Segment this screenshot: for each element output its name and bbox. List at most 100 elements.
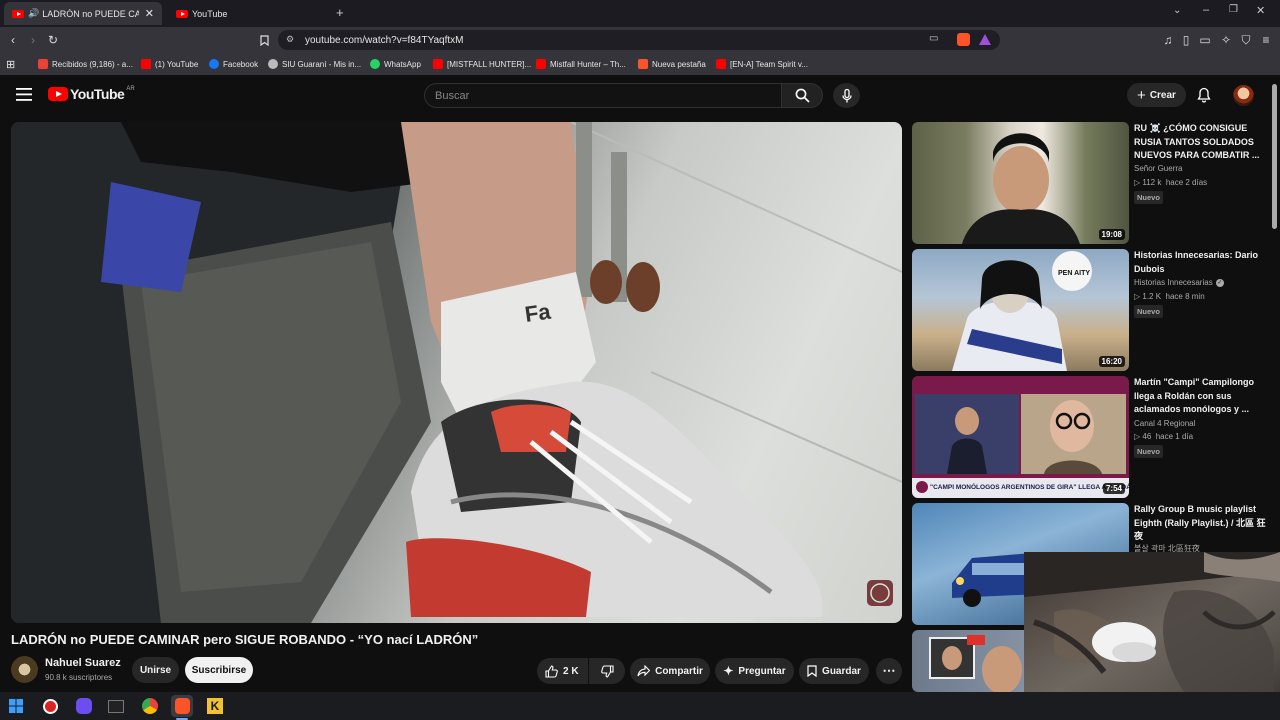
discord-icon[interactable] xyxy=(73,695,95,717)
ask-button[interactable]: ✦ Preguntar xyxy=(715,658,794,684)
recommended-thumbnail[interactable]: "CAMPI MONÓLOGOS ARGENTINOS DE GIRA" LLE… xyxy=(912,376,1129,498)
page-scrollbar[interactable] xyxy=(1272,84,1277,229)
share-button[interactable]: Compartir xyxy=(630,658,710,684)
brave-rewards-icon[interactable] xyxy=(979,34,991,45)
subscribe-button[interactable]: Suscribirse xyxy=(185,657,253,683)
tab-current-video[interactable]: 🔊 LADRÓN no PUEDE CAMINA ✕ xyxy=(4,2,162,25)
bookmark-youtube[interactable]: (1) YouTube xyxy=(141,57,198,71)
recommended-channel-row[interactable]: Historias Innecesarias ✓ xyxy=(1134,278,1224,287)
back-icon[interactable]: ‹ xyxy=(5,32,21,48)
new-tab-button[interactable]: + xyxy=(336,5,344,20)
youtube-icon xyxy=(716,59,726,69)
recommended-stats: ▷ 1.2 K hace 8 min xyxy=(1134,292,1205,301)
youtube-favicon-icon xyxy=(12,9,24,18)
join-button[interactable]: Unirse xyxy=(132,657,179,683)
terminal-icon[interactable] xyxy=(105,695,127,717)
recommended-thumbnail[interactable]: PEN AITY 16:20 xyxy=(912,249,1129,371)
bookmark-facebook[interactable]: Facebook xyxy=(209,57,258,71)
hamburger-menu-icon[interactable] xyxy=(16,88,32,106)
menu-icon[interactable]: ≡ xyxy=(1258,32,1274,48)
recommended-title[interactable]: RU ☠️ ¿CÓMO CONSIGUE RUSIA TANTOS SOLDAD… xyxy=(1134,122,1266,163)
tab-close-icon[interactable]: ✕ xyxy=(145,7,154,20)
channel-avatar[interactable] xyxy=(11,656,38,683)
youtube-logo[interactable]: YouTube AR xyxy=(48,86,135,102)
share-icon xyxy=(637,665,651,677)
video-player[interactable]: Fa xyxy=(11,122,902,623)
logo-text: YouTube xyxy=(70,86,125,102)
save-button[interactable]: Guardar xyxy=(799,658,869,684)
thumbnail-caption: "CAMPI MONÓLOGOS ARGENTINOS DE GIRA" LLE… xyxy=(930,482,1129,491)
leo-ai-icon[interactable]: ✧ xyxy=(1218,32,1234,48)
recommended-channel: Historias Innecesarias xyxy=(1134,278,1213,287)
minimize-icon[interactable]: – xyxy=(1203,4,1209,16)
brave-shields-icon[interactable] xyxy=(957,33,970,46)
address-bar[interactable]: ⚙ youtube.com/watch?v=f84TYaqftxM ▭ xyxy=(278,30,1000,50)
bookmark-icon[interactable] xyxy=(256,32,272,48)
recommended-title[interactable]: Martín "Campi" Campilongo llega a Roldán… xyxy=(1134,376,1266,417)
tab-youtube[interactable]: YouTube xyxy=(168,2,326,25)
windows-start-icon[interactable] xyxy=(5,695,27,717)
facebook-icon xyxy=(209,59,219,69)
apps-grid-icon[interactable]: ⊞ xyxy=(6,57,15,71)
bookmark-mistfall-hunter-2[interactable]: Mistfall Hunter – Th... xyxy=(536,57,626,71)
video-duration: 7:54 xyxy=(1102,483,1125,494)
restore-icon[interactable]: ❐ xyxy=(1229,4,1238,15)
close-window-icon[interactable]: ✕ xyxy=(1256,4,1265,17)
account-avatar[interactable] xyxy=(1233,85,1254,106)
search-button[interactable] xyxy=(781,83,823,108)
music-icon[interactable]: ♫ xyxy=(1160,32,1176,48)
tab-list-chevron-icon[interactable]: ⌄ xyxy=(1173,5,1181,16)
voice-search-button[interactable] xyxy=(833,83,860,108)
tab-title: LADRÓN no PUEDE CAMINA xyxy=(42,8,139,19)
recommended-channel[interactable]: Canal 4 Regional xyxy=(1134,419,1195,428)
channel-name[interactable]: Nahuel Suarez xyxy=(45,657,121,669)
recommended-title[interactable]: Rally Group B music playlist Eighth (Ral… xyxy=(1134,503,1266,544)
chrome-icon[interactable] xyxy=(139,695,161,717)
recording-app-icon[interactable] xyxy=(39,695,61,717)
youtube-logo-icon xyxy=(48,87,68,101)
recommended-channel[interactable]: Señor Guerra xyxy=(1134,164,1182,173)
recommended-thumbnail[interactable]: 19:08 xyxy=(912,122,1129,244)
like-button[interactable]: 2 K xyxy=(537,658,588,684)
search-input[interactable]: Buscar xyxy=(424,83,782,108)
video-title: LADRÓN no PUEDE CAMINAR pero SIGUE ROBAN… xyxy=(11,632,479,647)
cast-icon[interactable]: ▭ xyxy=(929,33,938,44)
url-text: youtube.com/watch?v=f84TYaqftxM xyxy=(305,34,464,46)
taskbar: K xyxy=(0,692,1280,720)
reload-icon[interactable]: ↻ xyxy=(45,32,61,48)
more-actions-icon[interactable]: ⋯ xyxy=(876,658,902,684)
recommended-title[interactable]: Historias Innecesarias: Dario Dubois xyxy=(1134,249,1266,276)
forward-icon[interactable]: › xyxy=(25,32,41,48)
video-frame: Fa xyxy=(11,122,902,623)
microphone-icon xyxy=(841,88,852,102)
bookmark-mistfall-hunter-1[interactable]: [MISTFALL HUNTER]... xyxy=(433,57,531,71)
bookmark-whatsapp[interactable]: WhatsApp xyxy=(370,57,421,71)
search-icon xyxy=(795,88,810,103)
svg-text:Fa: Fa xyxy=(523,299,553,327)
webcam-overlay xyxy=(1024,552,1280,692)
like-count: 2 K xyxy=(563,665,579,677)
subscriber-count: 90.8 k suscriptores xyxy=(45,673,113,682)
gmail-icon xyxy=(38,59,48,69)
brave-browser-icon[interactable] xyxy=(171,695,193,717)
youtube-icon xyxy=(536,59,546,69)
create-button[interactable]: + Crear xyxy=(1127,83,1186,107)
bookmark-team-spirit[interactable]: [EN-A] Team Spirit v... xyxy=(716,57,808,71)
verified-check-icon: ✓ xyxy=(1215,278,1224,287)
notifications-bell-icon[interactable] xyxy=(1197,87,1211,108)
recommended-stats: ▷ 112 k hace 2 días xyxy=(1134,178,1208,187)
dislike-button[interactable] xyxy=(589,658,625,684)
wallet-icon[interactable]: ▭ xyxy=(1197,32,1213,48)
site-info-icon[interactable]: ⚙ xyxy=(286,34,294,45)
bookmark-new-tab[interactable]: Nueva pestaña xyxy=(638,57,706,71)
bookmark-gmail[interactable]: Recibidos (9,186) - a... xyxy=(38,57,133,71)
region-code: AR xyxy=(126,86,135,92)
save-icon xyxy=(807,665,817,677)
app-k-icon[interactable]: K xyxy=(204,695,226,717)
thumbnail-text: PEN AITY xyxy=(1058,270,1090,277)
search-placeholder: Buscar xyxy=(435,89,470,102)
youtube-icon xyxy=(433,59,443,69)
sidebar-icon[interactable]: ▯ xyxy=(1178,32,1194,48)
vpn-shield-icon[interactable]: ⛉ xyxy=(1238,32,1254,48)
bookmark-siu-guarani[interactable]: SIU Guaraní - Mis in... xyxy=(268,57,361,71)
